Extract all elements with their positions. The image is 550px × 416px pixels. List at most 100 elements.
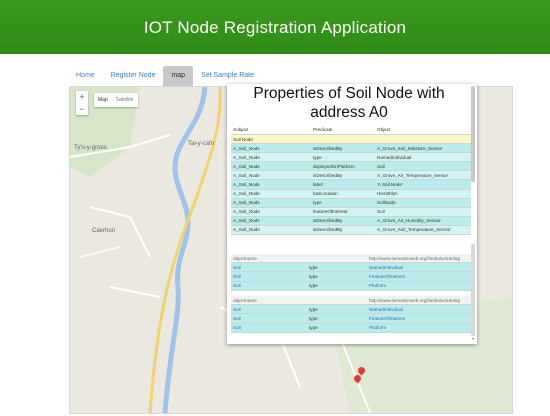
cell-predicate: isDescribedBy <box>311 143 375 154</box>
cell-predicate: type <box>307 271 367 282</box>
cell-object[interactable]: Platform <box>367 323 471 333</box>
cell-subject[interactable]: Soil <box>231 262 307 273</box>
cell-object[interactable]: NamedIndividual <box>367 304 471 315</box>
map-type-control: Map Satellite <box>94 93 138 107</box>
column-header-object: Object <box>375 125 471 135</box>
cell-object[interactable]: FeatureOfInterest <box>367 313 471 324</box>
cell-object: NamedIndividual <box>375 152 471 163</box>
table-row: Soil type NamedIndividual <box>231 262 471 273</box>
table-row: Soil type Platform <box>231 323 471 333</box>
nav-map[interactable]: map <box>163 66 194 86</box>
cell-object: Soil <box>375 207 471 217</box>
cell-subject: A_Soil_Node <box>231 170 311 181</box>
cell-subject[interactable]: Soil <box>231 281 307 291</box>
block-header-cell: objectname <box>231 296 307 306</box>
cell-predicate: label <box>311 179 375 190</box>
app-title: IOT Node Registration Application <box>143 18 407 37</box>
map-type-satellite-button[interactable]: Satellite <box>112 93 138 107</box>
scroll-down-icon[interactable]: ▾ <box>471 336 475 341</box>
zoom-out-button[interactable]: − <box>76 103 88 115</box>
cell-subject: A_Soil_Node <box>231 152 311 163</box>
cell-object[interactable]: FeatureOfInterest <box>367 271 471 282</box>
app-header: IOT Node Registration Application <box>0 0 550 54</box>
popup-scrollbar[interactable] <box>471 244 475 336</box>
cell-predicate: type <box>307 323 367 333</box>
table-row: Soil type NamedIndividual <box>231 304 471 315</box>
table-row: Soil type FeatureOfInterest <box>231 271 471 282</box>
cell-predicate: featureOfInterest <box>311 207 375 217</box>
table-row: A_Soil_Node type SoilNode <box>231 198 471 208</box>
column-header-predicate: Predicate <box>311 125 375 135</box>
cell-subject[interactable]: Soil <box>231 271 307 282</box>
cell-predicate: type <box>307 313 367 324</box>
map-place-label: Caerhun <box>92 228 116 234</box>
block-header-cell <box>307 296 367 306</box>
cell-predicate: deployedOnPlatform <box>311 161 375 172</box>
block-header-row: objectname http://www.semanticweb.org/him… <box>231 254 471 264</box>
cell-predicate: type <box>307 262 367 273</box>
cell-subject: A_Soil_Node <box>231 143 311 154</box>
table-row: A_Soil_Node hasLocation Hierathlyn <box>231 189 471 199</box>
table-row: A_Soil_Node featureOfInterest Soil <box>231 207 471 217</box>
map-type-map-button[interactable]: Map <box>94 93 112 107</box>
cell-object: A_Grove_Soil_Temperature_Sensor <box>375 225 471 236</box>
nav-tabs: Home Register Node map Set Sample Rate <box>68 66 262 86</box>
cell-object: A_Grove_Soil_Moisture_Sensor <box>375 143 471 154</box>
column-header-subject: Subject <box>231 125 311 135</box>
cell-object: Hierathlyn <box>375 189 471 199</box>
cell-predicate: isDescribedBy <box>311 170 375 181</box>
properties-table: Subject Predicate Object Soil Node A_Soi… <box>231 125 471 236</box>
table-row: A_Soil_Node deployedOnPlatform Soil <box>231 161 471 172</box>
cell-subject[interactable]: Soil <box>231 313 307 324</box>
popup-scrollbar[interactable] <box>471 86 475 182</box>
cell-subject: A_Soil_Node <box>231 198 311 208</box>
block-header-cell: http://www.semanticweb.org/himbolo/ontol… <box>367 254 471 264</box>
cell-object: Soil <box>375 161 471 172</box>
cell-predicate: isDescribedBy <box>311 216 375 226</box>
cell-object[interactable]: Platform <box>367 281 471 291</box>
cell-subject: A_Soil_Node <box>231 216 311 226</box>
nav-home[interactable]: Home <box>68 66 103 86</box>
table-row: A_Soil_Node isDescribedBy A_Grove_Soil_Moi… <box>231 143 471 154</box>
table-row: A_Soil_Node type NamedIndividual <box>231 152 471 163</box>
cell-subject: A_Soil_Node <box>231 207 311 217</box>
cell-predicate: isDescribedBy <box>311 225 375 236</box>
node-properties-popup: Properties of Soil Node with address A0 … <box>227 84 477 344</box>
cell-subject[interactable]: Soil <box>231 323 307 333</box>
cell-predicate: hasLocation <box>311 189 375 199</box>
nav-set-sample-rate[interactable]: Set Sample Rate <box>193 66 262 86</box>
zoom-control: + − <box>76 91 88 115</box>
cell-object[interactable]: NamedIndividual <box>367 262 471 273</box>
cell-object: A_Grove_Air_Temperature_sensor <box>375 170 471 181</box>
block-header-cell <box>307 254 367 264</box>
cell-object: SoilNode <box>375 198 471 208</box>
table-row: A_Soil_Node isDescribedBy A_Grove_Soil_Tem… <box>231 225 471 236</box>
cell-subject: A_Soil_Node <box>231 225 311 236</box>
block-header-row: objectname http://www.semanticweb.org/him… <box>231 296 471 306</box>
map-place-label: Tal-y-cafn <box>188 141 215 147</box>
cell-subject[interactable]: Soil <box>231 304 307 315</box>
block-header-cell: objectname <box>231 254 307 264</box>
group-row-label: Soil Node <box>231 134 471 145</box>
table-row: A_Soil_Node isDescribedBy A_Grove_Air_Humi… <box>231 216 471 226</box>
map-place-label: Ty'n-y-groes <box>74 145 107 151</box>
table-row: A_Soil_Node isDescribedBy A_Grove_Air_Temp… <box>231 170 471 181</box>
zoom-in-button[interactable]: + <box>76 91 88 103</box>
results-block: objectname http://www.semanticweb.org/him… <box>231 296 471 333</box>
nav-register-node[interactable]: Register Node <box>103 66 164 86</box>
results-block: objectname http://www.semanticweb.org/him… <box>231 254 471 291</box>
cell-subject: A_Soil_Node <box>231 161 311 172</box>
table-row: Soil type Platform <box>231 281 471 291</box>
cell-predicate: type <box>307 281 367 291</box>
cell-object: 'A Soil Node' <box>375 179 471 190</box>
cell-predicate: type <box>311 198 375 208</box>
cell-subject: A_Soil_Node <box>231 189 311 199</box>
table-row: A_Soil_Node label 'A Soil Node' <box>231 179 471 190</box>
cell-predicate: type <box>311 152 375 163</box>
table-row: Soil type FeatureOfInterest <box>231 313 471 324</box>
popup-title: Properties of Soil Node with address A0 <box>253 85 445 121</box>
cell-object: A_Grove_Air_Humidity_Sensor <box>375 216 471 226</box>
cell-predicate: type <box>307 304 367 315</box>
block-header-cell: http://www.semanticweb.org/himbolo/ontol… <box>367 296 471 306</box>
cell-subject: A_Soil_Node <box>231 179 311 190</box>
